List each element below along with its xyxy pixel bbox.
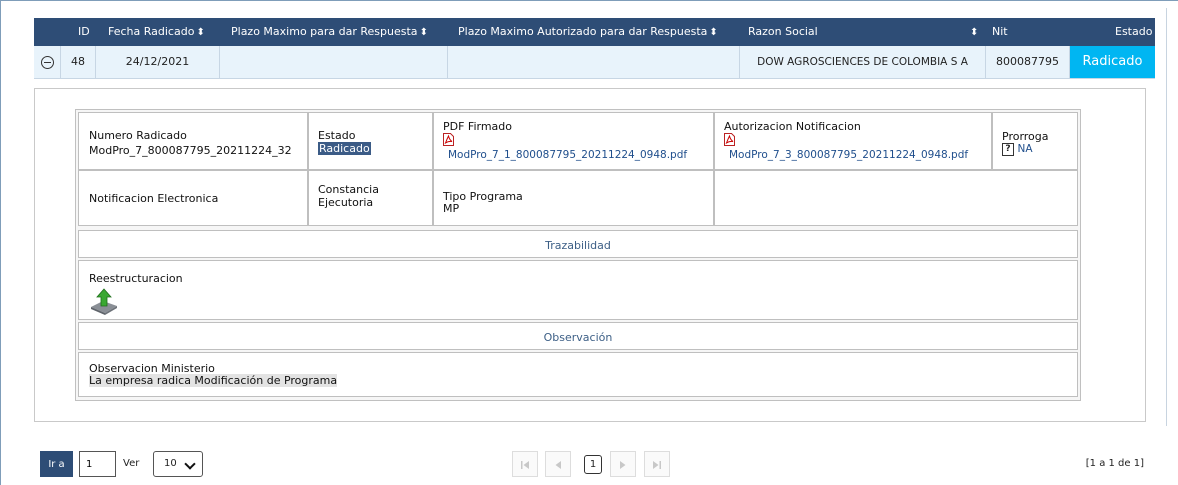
trazabilidad-body: Reestructuracion [78,260,1078,320]
autorizacion-box: Autorizacion Notificacion ModPro_7_3_800… [714,112,992,170]
tipo-programa-value: MP [443,202,460,215]
cell-plazo-aut [448,46,740,78]
numero-radicado-box: Numero Radicado ModPro_7_800087795_20211… [78,112,308,170]
empty-box [714,170,1078,226]
cell-razon-social: DOW AGROSCIENCES DE COLOMBIA S A [740,46,986,78]
help-icon[interactable]: ? [1002,142,1014,156]
numero-radicado-value: ModPro_7_800087795_20211224_32 [89,144,292,157]
table-row[interactable]: 48 24/12/2021 DOW AGROSCIENCES DE COLOMB… [34,46,1155,79]
sort-icon[interactable]: ⬍ [420,27,428,38]
observacion-body: Observacion Ministerio La empresa radica… [78,352,1078,397]
col-header-fecha[interactable]: Fecha Radicado ⬍ [108,18,205,46]
grid-header: ID Fecha Radicado ⬍ Plazo Maximo para dar… [34,18,1155,46]
estado-box: Estado Radicado [308,112,433,170]
col-nit-label: Nit [992,25,1008,38]
col-header-razon[interactable]: Razon Social [748,18,818,46]
col-header-plazo-aut[interactable]: Plazo Maximo Autorizado para dar Respues… [458,18,718,46]
observacion-title: Observación [543,331,613,344]
tipo-programa-box: Tipo Programa MP [433,170,714,226]
cell-nit: 800087795 [986,46,1070,78]
page-size-select[interactable]: 10 [153,451,203,477]
frame-border-right [1166,8,1167,426]
col-header-nit[interactable]: Nit [992,18,1008,46]
prev-page-icon [555,461,561,469]
first-page-icon [521,461,529,469]
col-fecha-label: Fecha Radicado [108,25,195,38]
constancia-label: Constancia Ejecutoria [318,183,379,209]
pdf-firmado-box: PDF Firmado ModPro_7_1_800087795_2021122… [433,112,714,170]
autorizacion-label: Autorizacion Notificacion [724,120,861,133]
last-page-button[interactable] [644,451,670,477]
observacion-header: Observación [78,322,1078,350]
cell-id: 48 [61,46,96,78]
detail-panel: Numero Radicado ModPro_7_800087795_20211… [34,88,1146,422]
autorizacion-link[interactable]: ModPro_7_3_800087795_20211224_0948.pdf [729,149,968,161]
col-header-plazo-max[interactable]: Plazo Maximo para dar Respuesta ⬍ [231,18,428,46]
col-razon-label: Razon Social [748,25,818,38]
trazabilidad-title: Trazabilidad [545,239,611,252]
page-number-input[interactable] [79,451,116,477]
trazabilidad-header: Trazabilidad [78,230,1078,258]
frame-border-left [0,0,1,485]
sort-icon[interactable]: ⬍ [709,27,717,38]
status-badge: Radicado [1070,46,1155,78]
sort-icon[interactable]: ⬍ [196,27,204,38]
col-id-label: ID [78,25,90,38]
observacion-ministerio-value: La empresa radica Modificación de Progra… [89,374,338,387]
col-plazo-max-label: Plazo Maximo para dar Respuesta [231,25,418,38]
estado-value: Radicado [318,142,371,155]
next-page-icon [620,461,626,469]
sort-icon[interactable]: ⬍ [968,18,978,46]
reestructuracion-label: Reestructuracion [89,272,183,285]
current-page[interactable]: 1 [584,455,602,474]
notificacion-box: Notificacion Electronica [78,170,308,226]
last-page-icon [653,461,661,469]
col-header-id[interactable]: ID [78,18,90,46]
col-plazo-aut-label: Plazo Maximo Autorizado para dar Respues… [458,25,708,38]
pdf-firmado-label: PDF Firmado [443,120,513,133]
prev-page-button[interactable] [545,451,571,477]
constancia-box: Constancia Ejecutoria [308,170,433,226]
prorroga-value[interactable]: NA [1018,143,1033,155]
prorroga-box: Prorroga ? NA [992,112,1078,170]
upload-icon[interactable] [89,287,119,315]
page-size-label: Ver [123,458,140,469]
estado-label: Estado [318,129,356,142]
col-estado-label: Estado [1115,25,1153,38]
col-header-estado[interactable]: Estado [1115,18,1152,46]
pdf-firmado-link[interactable]: ModPro_7_1_800087795_20211224_0948.pdf [448,149,687,161]
frame-border-top [0,0,1178,1]
notificacion-label: Notificacion Electronica [89,192,219,205]
pdf-icon [724,133,735,146]
collapse-cell[interactable] [34,46,61,78]
next-page-button[interactable] [610,451,636,477]
chevron-down-icon [184,458,196,470]
first-page-button[interactable] [512,451,538,477]
record-range: [1 a 1 de 1] [1085,458,1144,469]
page-size-value: 10 [164,458,177,469]
detail-inner: Numero Radicado ModPro_7_800087795_20211… [75,109,1081,401]
cell-fecha: 24/12/2021 [96,46,220,78]
pdf-icon [443,133,454,146]
collapse-icon[interactable] [40,55,54,69]
go-to-page-button[interactable]: Ir a [40,451,73,477]
numero-radicado-label: Numero Radicado [89,129,187,142]
cell-plazo-max [220,46,448,78]
pagination-bar: Ir a Ver 10 1 [1 a 1 de 1] [0,450,1178,480]
